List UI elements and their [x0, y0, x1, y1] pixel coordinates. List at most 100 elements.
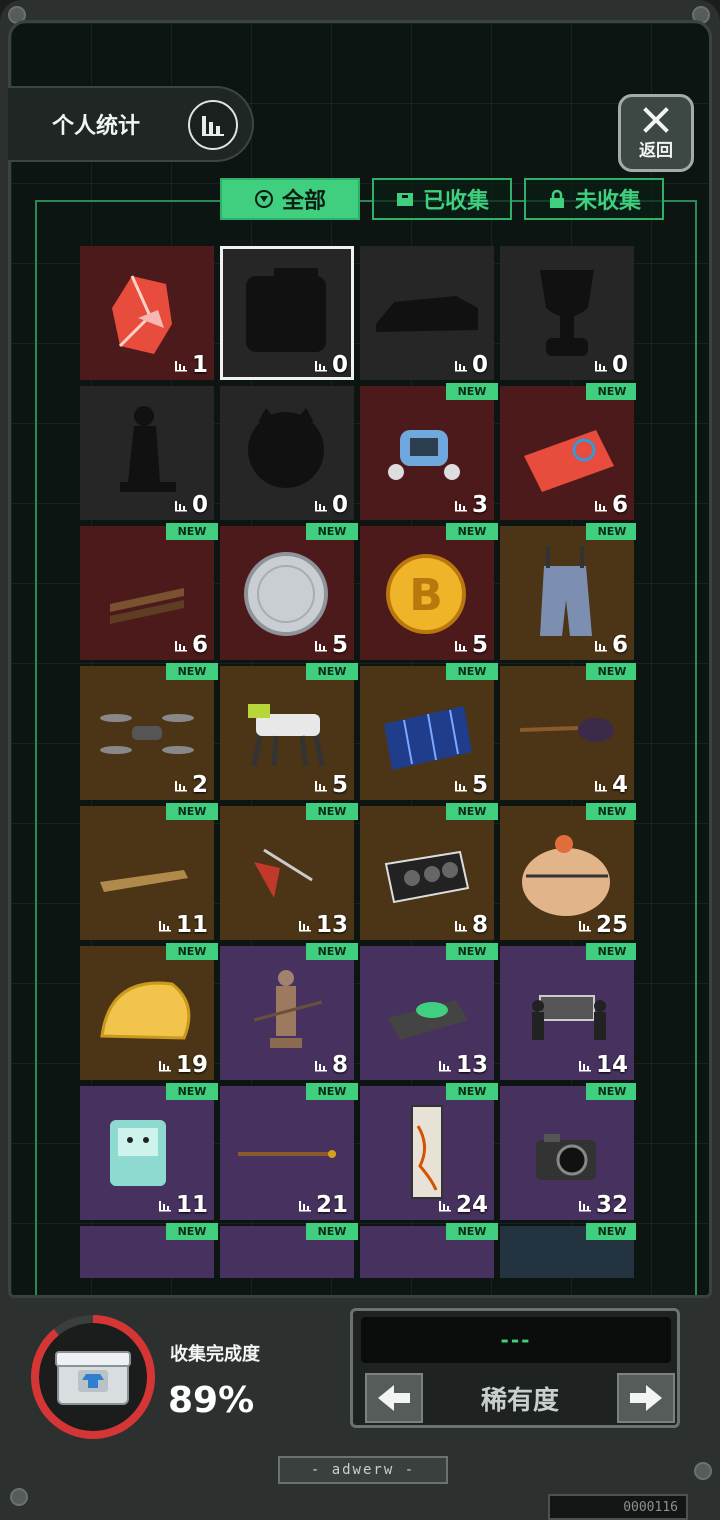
- collection-item[interactable]: 5: [220, 526, 354, 660]
- collection-item[interactable]: 19: [80, 946, 214, 1080]
- collection-item[interactable]: 8: [360, 806, 494, 940]
- stats-button[interactable]: [188, 100, 238, 150]
- collection-item[interactable]: 1: [80, 246, 214, 380]
- item-count-number: 1: [191, 352, 208, 378]
- collection-item[interactable]: 13: [220, 806, 354, 940]
- collection-item[interactable]: 6: [80, 526, 214, 660]
- sort-prev-button[interactable]: [365, 1373, 423, 1423]
- new-badge: NEW: [446, 943, 498, 960]
- arrow-right-icon: [630, 1385, 662, 1411]
- item-count-number: 21: [315, 1192, 348, 1218]
- tab-uncollected[interactable]: 未收集: [524, 178, 664, 220]
- new-badge: NEW: [166, 943, 218, 960]
- item-count-number: 5: [471, 772, 488, 798]
- item-count-number: 5: [331, 632, 348, 658]
- bar-chart-icon: [438, 1201, 451, 1212]
- item-grid: 1 0 0 0 0 0 3 NEW 6 NEW 6 NEW 5 NEW B 5 NEW 6 NEW 2 NEW 5 NEW 5…: [80, 246, 636, 1278]
- tab-uncollected-label: 未收集: [574, 189, 641, 214]
- bar-chart-icon: [594, 501, 607, 512]
- bar-chart-icon: [174, 641, 187, 652]
- new-badge: NEW: [586, 383, 636, 400]
- collection-item[interactable]: 21: [220, 1086, 354, 1220]
- collection-item[interactable]: 0: [80, 386, 214, 520]
- item-count-number: 4: [611, 772, 628, 798]
- bar-chart-icon: [314, 361, 327, 372]
- new-badge: NEW: [306, 1083, 358, 1100]
- item-count: 6: [174, 632, 208, 658]
- collection-item[interactable]: 0: [220, 246, 354, 380]
- new-badge: NEW: [446, 1083, 498, 1100]
- item-count-number: 0: [331, 492, 348, 518]
- collection-item[interactable]: 14: [500, 946, 634, 1080]
- new-badge: NEW: [586, 663, 636, 680]
- device-frame: 个人统计 返回 全部 已收集 未收集 1 0 0 0 0 0 3 NEW 6 N…: [0, 0, 720, 1520]
- item-count-number: 13: [455, 1052, 488, 1078]
- item-count-number: 2: [191, 772, 208, 798]
- collection-item[interactable]: 0: [360, 246, 494, 380]
- item-count: 25: [578, 912, 628, 938]
- bar-chart-icon: [298, 1201, 311, 1212]
- collection-item[interactable]: B5: [360, 526, 494, 660]
- collection-item[interactable]: 4: [500, 666, 634, 800]
- collection-item[interactable]: 0: [220, 386, 354, 520]
- collection-item[interactable]: 5: [360, 666, 494, 800]
- collection-item[interactable]: 25: [500, 806, 634, 940]
- tab-all-label: 全部: [281, 189, 326, 214]
- sort-display: ---: [361, 1317, 671, 1363]
- item-count-number: 6: [611, 492, 628, 518]
- screw-bottom-right: [694, 1462, 712, 1480]
- collection-item[interactable]: 6: [500, 526, 634, 660]
- item-count: 11: [158, 1192, 208, 1218]
- new-badge: NEW: [446, 383, 498, 400]
- storage-box-icon: [55, 1351, 131, 1405]
- bar-chart-icon: [438, 1061, 451, 1072]
- tab-collected[interactable]: 已收集: [372, 178, 512, 220]
- sort-label: 稀有度: [480, 1385, 559, 1416]
- item-count-number: 11: [175, 912, 208, 938]
- item-count-number: 0: [331, 352, 348, 378]
- bar-chart-icon: [174, 501, 187, 512]
- bar-chart-icon: [594, 641, 607, 652]
- collection-item[interactable]: 8: [220, 946, 354, 1080]
- bar-chart-icon: [314, 501, 327, 512]
- collection-item[interactable]: 11: [80, 806, 214, 940]
- close-icon: [643, 106, 669, 133]
- item-count: 3: [454, 492, 488, 518]
- item-count: 5: [454, 632, 488, 658]
- collection-item[interactable]: 0: [500, 246, 634, 380]
- bar-chart-icon: [314, 781, 327, 792]
- collection-item[interactable]: 11: [80, 1086, 214, 1220]
- item-count: 6: [594, 632, 628, 658]
- bar-chart-icon: [174, 781, 187, 792]
- item-count-number: 13: [315, 912, 348, 938]
- lock-icon: [547, 189, 567, 209]
- collection-item[interactable]: 3: [360, 386, 494, 520]
- item-count-number: 6: [611, 632, 628, 658]
- item-count: 5: [454, 772, 488, 798]
- item-count-number: 24: [455, 1192, 488, 1218]
- bar-chart-icon: [454, 501, 467, 512]
- collection-item[interactable]: 5: [220, 666, 354, 800]
- box-icon: [395, 189, 415, 209]
- item-count-number: 0: [611, 352, 628, 378]
- new-badge: NEW: [306, 943, 358, 960]
- tab-all[interactable]: 全部: [220, 178, 360, 220]
- collection-item[interactable]: 24: [360, 1086, 494, 1220]
- collection-item[interactable]: 6: [500, 386, 634, 520]
- sort-next-button[interactable]: [617, 1373, 675, 1423]
- item-count: 14: [578, 1052, 628, 1078]
- item-count: 0: [314, 352, 348, 378]
- tab-collected-label: 已收集: [422, 189, 489, 214]
- collection-item[interactable]: 2: [80, 666, 214, 800]
- arrow-left-icon: [378, 1385, 410, 1411]
- collection-item[interactable]: 13: [360, 946, 494, 1080]
- back-button[interactable]: 返回: [618, 94, 694, 172]
- new-badge: NEW: [166, 523, 218, 540]
- item-count: 19: [158, 1052, 208, 1078]
- item-count-number: 19: [175, 1052, 208, 1078]
- new-badge: NEW: [586, 1223, 636, 1240]
- bar-chart-icon: [298, 921, 311, 932]
- item-count: 0: [174, 492, 208, 518]
- collection-item[interactable]: 32: [500, 1086, 634, 1220]
- sort-control: --- 稀有度: [350, 1308, 680, 1428]
